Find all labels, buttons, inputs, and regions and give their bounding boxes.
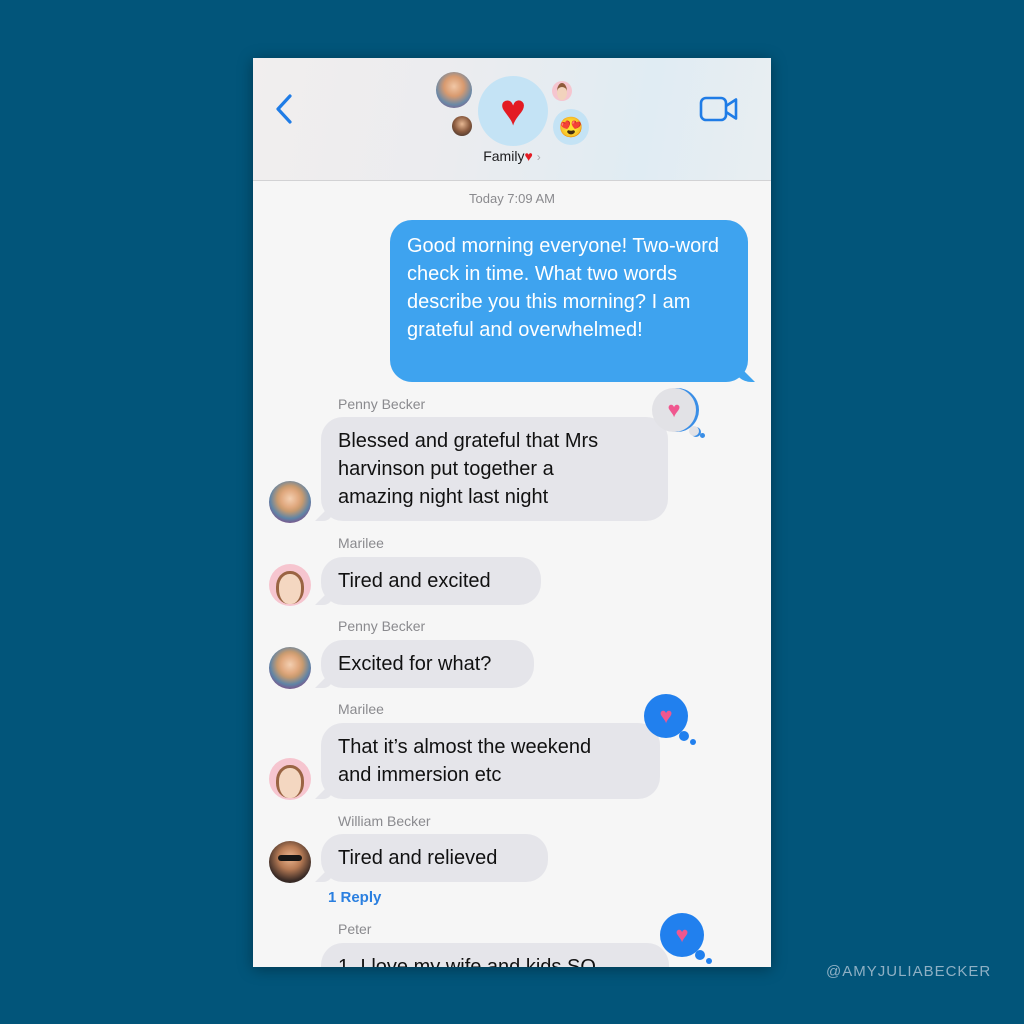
avatar-penny[interactable]	[269, 647, 311, 689]
tapback-heart-reaction[interactable]: ♥	[652, 388, 696, 432]
sender-name: Marilee	[338, 701, 384, 717]
avatar-heart-eyes-emoji: 😍	[553, 109, 589, 145]
red-heart-icon: ♥	[499, 86, 527, 135]
thread-reply-link[interactable]: 1 Reply	[328, 889, 381, 906]
conversation-header: ♥ 😍 Family♥ ›	[253, 58, 771, 181]
message-line: Blessed and grateful that Mrs	[338, 430, 599, 452]
back-chevron-icon[interactable]	[273, 92, 297, 126]
avatar-marilee[interactable]	[269, 564, 311, 606]
message-timestamp: Today 7:09 AM	[469, 191, 555, 206]
sender-name: Marilee	[338, 535, 384, 551]
avatar-penny[interactable]	[269, 481, 311, 523]
group-name-heart-icon: ♥	[524, 148, 533, 164]
heart-icon: ♥	[667, 397, 681, 422]
sender-name: Penny Becker	[338, 618, 426, 634]
group-name-button[interactable]: Family♥ ›	[253, 148, 771, 164]
incoming-message-bubble[interactable]: Tired and relieved	[321, 834, 548, 882]
message-line: That it’s almost the weekend	[338, 736, 592, 758]
heart-icon: ♥	[675, 922, 689, 947]
tapback-tail-dot-small	[690, 739, 696, 745]
group-photo-heart: ♥	[478, 76, 548, 146]
group-avatar-cluster[interactable]: ♥ 😍	[433, 70, 593, 150]
video-camera-icon[interactable]	[699, 96, 739, 122]
incoming-message-bubble[interactable]: That it’s almost the weekend and immersi…	[321, 723, 660, 799]
chevron-right-icon: ›	[536, 150, 541, 164]
tapback-tail-dot	[689, 426, 699, 436]
incoming-message-bubble[interactable]: Blessed and grateful that Mrs harvinson …	[321, 417, 668, 521]
heart-icon: ♥	[659, 703, 673, 728]
watermark-handle: @AMYJULIABECKER	[826, 963, 992, 980]
messages-screen: ♥ 😍 Family♥ › Today 7:09 AM Good morning …	[253, 58, 771, 967]
heart-eyes-emoji-icon: 😍	[558, 116, 584, 139]
group-name: Family	[483, 148, 525, 164]
sender-name: William Becker	[338, 813, 431, 829]
message-line: amazing night last night	[338, 486, 549, 508]
tapback-tail-dot-small	[706, 958, 712, 964]
avatar-penny-small	[436, 72, 472, 108]
tapback-tail-dot-small	[700, 433, 705, 438]
sender-name: Penny Becker	[338, 396, 426, 412]
tapback-tail-dot	[695, 950, 705, 960]
avatar-marilee-small	[552, 81, 572, 101]
incoming-message-bubble[interactable]: Excited for what?	[321, 640, 534, 688]
incoming-message-bubble[interactable]: 1. I love my wife and kids SO	[321, 943, 669, 967]
message-line: harvinson put together a	[338, 458, 554, 480]
outgoing-message-bubble[interactable]: Good morning everyone! Two-word check in…	[390, 220, 748, 382]
avatar-marilee[interactable]	[269, 758, 311, 800]
tapback-tail-dot	[679, 731, 689, 741]
avatar-william[interactable]	[269, 841, 311, 883]
incoming-message-bubble[interactable]: Tired and excited	[321, 557, 541, 605]
sender-name: Peter	[338, 921, 372, 937]
avatar-william-small	[452, 116, 472, 136]
message-line: and immersion etc	[338, 764, 502, 786]
